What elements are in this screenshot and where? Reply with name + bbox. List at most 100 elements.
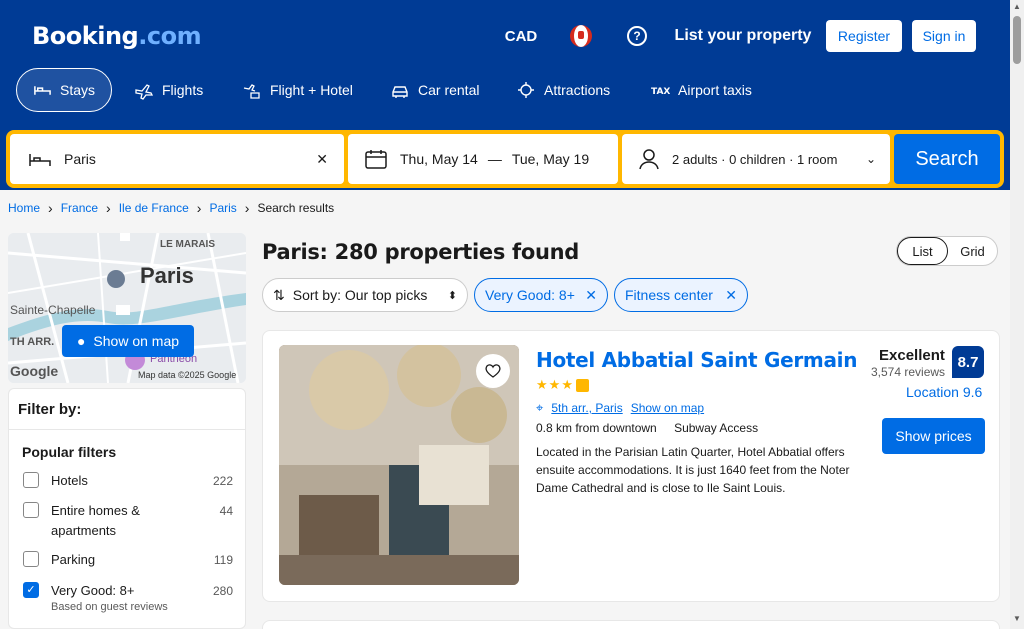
results-title: Paris: 280 properties found: [262, 240, 580, 264]
google-logo: Google: [10, 363, 59, 379]
guests-field[interactable]: 2 adults · 0 children · 1 room ⌄: [622, 134, 890, 184]
dates-field[interactable]: Thu, May 14 — Tue, May 19: [348, 134, 618, 184]
bed-icon: [34, 86, 51, 95]
view-grid-button[interactable]: Grid: [948, 237, 997, 265]
plane-icon: [135, 84, 154, 100]
breadcrumb-chevron-icon: ›: [196, 200, 202, 216]
language-button[interactable]: [556, 20, 606, 52]
filter-option-hotels[interactable]: Hotels 222: [23, 471, 233, 491]
remove-filter-icon[interactable]: ✕: [725, 287, 737, 304]
breadcrumb-france[interactable]: France: [61, 201, 98, 215]
map-preview[interactable]: LE MARAIS Paris Sainte-Chapelle TH ARR. …: [8, 233, 246, 383]
filters-title: Filter by:: [18, 401, 82, 418]
review-score-badge: 8.7: [952, 346, 984, 378]
filter-count: 222: [212, 474, 233, 488]
distance-info: 0.8 km from downtown Subway Access: [536, 421, 758, 435]
filter-count: 44: [219, 504, 233, 518]
show-on-map-label: Show on map: [93, 333, 180, 349]
booking-logo[interactable]: Booking.com: [32, 22, 202, 50]
search-bar: Paris ✕ Thu, May 14 — Tue, May 19 2 adul…: [6, 130, 1004, 188]
view-toggle: List Grid: [896, 236, 998, 266]
remove-filter-icon[interactable]: ✕: [585, 287, 597, 304]
breadcrumb: Home › France › Ile de France › Paris › …: [8, 200, 334, 216]
filter-count: 280: [212, 584, 233, 598]
tab-attractions[interactable]: Attractions: [500, 68, 630, 112]
map-label-arr: TH ARR.: [10, 336, 55, 348]
tab-flight-hotel-label: Flight + Hotel: [270, 82, 353, 98]
breadcrumb-search-results: Search results: [257, 201, 335, 215]
filter-count: 119: [213, 553, 233, 567]
person-icon: [639, 149, 659, 170]
tab-stays-label: Stays: [59, 82, 95, 98]
chevron-down-icon: ⌄: [865, 152, 876, 166]
help-button[interactable]: ?: [612, 20, 662, 52]
calendar-icon: [365, 150, 387, 169]
tab-flights[interactable]: Flights: [118, 68, 222, 112]
tab-car-rental[interactable]: Car rental: [374, 68, 496, 112]
register-button[interactable]: Register: [826, 20, 902, 52]
canada-flag-icon: [570, 25, 592, 47]
filter-checkbox-checked[interactable]: ✓: [23, 582, 39, 598]
destination-input[interactable]: Paris: [64, 151, 96, 167]
filter-option-very-good[interactable]: ✓ Very Good: 8+ 280 Based on guest revie…: [23, 581, 233, 621]
scroll-down-icon[interactable]: ▼: [1013, 614, 1021, 623]
location-score: Location 9.6: [906, 384, 983, 400]
scrollbar[interactable]: ▲ ▼: [1010, 0, 1024, 629]
clear-destination-icon[interactable]: ✕: [316, 151, 328, 168]
rating-word: Excellent: [879, 347, 945, 364]
filter-chip-label: Very Good: 8+: [485, 287, 575, 303]
star-icon: ★: [548, 377, 561, 392]
scroll-up-icon[interactable]: ▲: [1013, 2, 1021, 11]
filter-sublabel: Based on guest reviews: [51, 601, 168, 613]
destination-field[interactable]: Paris ✕: [10, 134, 344, 184]
tab-airport-taxis[interactable]: TAXI Airport taxis: [634, 68, 772, 112]
filter-checkbox[interactable]: [23, 472, 39, 488]
plane-hotel-icon: [243, 84, 260, 99]
star-icon: ★: [536, 377, 548, 392]
hotel-name-link[interactable]: Hotel Abbatial Saint Germain: [536, 348, 857, 372]
view-list-button[interactable]: List: [897, 237, 948, 265]
hotel-location: ⌖ 5th arr., Paris Show on map: [536, 400, 704, 416]
filter-chip-rating[interactable]: Very Good: 8+ ✕: [474, 278, 608, 312]
list-property-button[interactable]: List your property: [668, 20, 818, 52]
attractions-icon: [518, 82, 534, 98]
bed-icon: [29, 154, 51, 166]
breadcrumb-paris[interactable]: Paris: [209, 201, 236, 215]
tab-flight-hotel[interactable]: Flight + Hotel: [226, 68, 370, 112]
map-pin-icon: ●: [76, 333, 86, 349]
date-separator: —: [487, 151, 502, 167]
chevron-updown-icon: ⬍: [447, 289, 457, 302]
filter-label: Entire homes & apartments: [51, 503, 140, 538]
hotel-area-link[interactable]: 5th arr., Paris: [551, 401, 622, 415]
car-icon: [392, 86, 408, 98]
filter-option-homes[interactable]: Entire homes & apartments 44: [23, 501, 233, 541]
map-credit: Map data ©2025 Google: [138, 370, 237, 380]
breadcrumb-home[interactable]: Home: [8, 201, 40, 215]
sort-dropdown[interactable]: ⇅ Sort by: Our top picks ⬍: [262, 278, 468, 312]
currency-button[interactable]: CAD: [494, 20, 548, 52]
scrollbar-thumb[interactable]: [1013, 16, 1021, 64]
tab-stays[interactable]: Stays: [16, 68, 112, 112]
search-button[interactable]: Search: [894, 134, 1000, 184]
hotel-show-on-map-link[interactable]: Show on map: [631, 401, 704, 415]
question-icon: ?: [627, 26, 647, 46]
heart-icon: [485, 364, 501, 378]
check-out-date[interactable]: Tue, May 19: [512, 151, 589, 167]
check-in-date[interactable]: Thu, May 14: [400, 151, 478, 167]
filter-label: Very Good: 8+: [51, 583, 135, 598]
breadcrumb-ile-de-france[interactable]: Ile de France: [119, 201, 189, 215]
show-on-map-button[interactable]: ● Show on map: [62, 325, 194, 357]
filter-checkbox[interactable]: [23, 551, 39, 567]
sign-in-button[interactable]: Sign in: [912, 20, 976, 52]
filter-checkbox[interactable]: [23, 502, 39, 518]
transit-text: Subway Access: [674, 421, 759, 435]
filter-option-parking[interactable]: Parking 119: [23, 550, 233, 570]
show-prices-button[interactable]: Show prices: [882, 418, 985, 454]
distance-text: 0.8 km from downtown: [536, 421, 657, 435]
favorite-button[interactable]: [476, 354, 510, 388]
filter-chip-fitness[interactable]: Fitness center ✕: [614, 278, 748, 312]
star-rating: ★ ★ ★: [536, 377, 589, 393]
sort-arrows-icon: ⇅: [273, 286, 285, 303]
filter-label: Hotels: [51, 473, 88, 488]
sort-label: Sort by: Our top picks: [292, 287, 428, 303]
